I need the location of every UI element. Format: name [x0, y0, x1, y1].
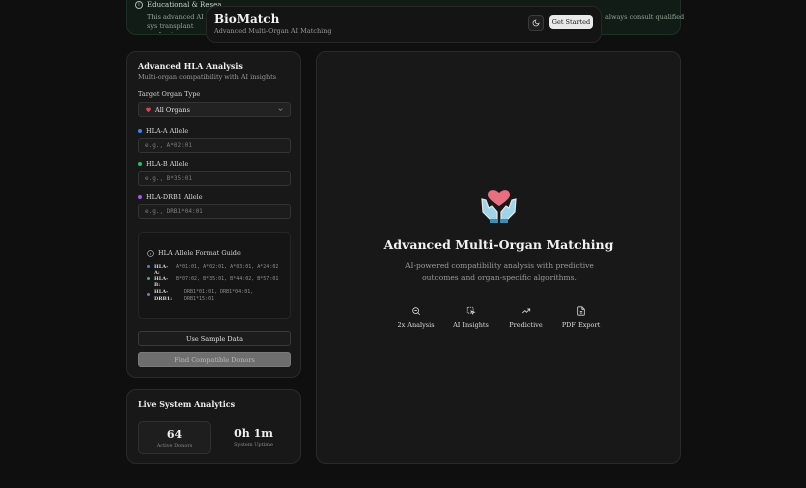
- find-donors-button[interactable]: Find Compatible Donors: [138, 352, 291, 367]
- guide-dot: [147, 265, 150, 268]
- brand-tagline: Advanced Multi-Organ AI Matching: [214, 27, 332, 35]
- app-header: BioMatch Advanced Multi-Organ AI Matchin…: [206, 6, 602, 43]
- search-icon: [412, 307, 421, 316]
- feature-2x-analysis: 2x Analysis: [391, 306, 441, 329]
- hla-b-input[interactable]: [138, 171, 291, 186]
- chevron-down-icon: [278, 108, 283, 111]
- guide-dot: [147, 277, 150, 280]
- hla-drb1-label: HLA-DRB1 Allele: [138, 193, 203, 201]
- feature-predictive: Predictive: [501, 306, 551, 329]
- hero-title: Advanced Multi-Organ Matching: [383, 237, 614, 252]
- stat-value: 0h 1m: [234, 427, 273, 440]
- info-circle-icon: [147, 249, 154, 257]
- theme-toggle-button[interactable]: [528, 15, 544, 31]
- disclaimer-text-tail: always consult qualified: [605, 13, 685, 21]
- brand-name: BioMatch: [214, 12, 280, 26]
- hla-drb1-dot: [138, 195, 142, 199]
- analytics-panel: Live System Analytics 64 Active Donors 0…: [126, 389, 301, 464]
- hands-heart-icon: [481, 190, 517, 223]
- hla-drb1-input[interactable]: [138, 204, 291, 219]
- organ-type-value: All Organs: [155, 105, 190, 114]
- pointer-icon: [466, 306, 476, 315]
- stat-label: System Uptime: [234, 442, 273, 448]
- guide-row: HLA-B: B*07:02, B*35:01, B*44:02, B*57:0…: [147, 276, 278, 288]
- guide-dot: [147, 293, 150, 296]
- info-icon: i: [135, 1, 143, 9]
- heart-icon: [146, 107, 151, 113]
- format-guide: HLA Allele Format Guide HLA-A: A*01:01, …: [138, 232, 291, 319]
- organ-type-select[interactable]: All Organs: [138, 102, 291, 117]
- panel-subtitle: Multi-organ compatibility with AI insigh…: [138, 73, 277, 81]
- stat-active-donors: 64 Active Donors: [138, 421, 211, 454]
- guide-row: HLA-DRB1: DRB1*01:01, DRB1*04:01, DRB1*1…: [147, 289, 264, 303]
- hla-a-input[interactable]: [138, 138, 291, 153]
- disclaimer-text: This advanced AI sys transplant professi…: [147, 13, 204, 33]
- stat-value: 64: [166, 428, 183, 441]
- moon-icon: [532, 19, 540, 27]
- results-panel: Advanced Multi-Organ Matching AI-powered…: [316, 51, 681, 464]
- hla-a-dot: [138, 129, 142, 133]
- use-sample-data-button[interactable]: Use Sample Data: [138, 331, 291, 346]
- hla-a-label: HLA-A Allele: [138, 127, 188, 135]
- feature-ai-insights: AI Insights: [446, 306, 496, 329]
- get-started-button[interactable]: Get Started: [549, 15, 593, 29]
- panel-title: Advanced HLA Analysis: [138, 61, 243, 71]
- guide-row: HLA-A: A*01:01, A*02:01, A*03:01, A*24:0…: [147, 264, 278, 276]
- hla-b-label: HLA-B Allele: [138, 160, 188, 168]
- hla-analysis-panel: Advanced HLA Analysis Multi-organ compat…: [126, 51, 301, 378]
- stat-system-uptime: 0h 1m System Uptime: [217, 421, 290, 454]
- analytics-title: Live System Analytics: [138, 399, 236, 409]
- hla-b-dot: [138, 162, 142, 166]
- stat-label: Active Donors: [156, 443, 193, 449]
- organ-type-label: Target Organ Type: [138, 90, 201, 98]
- hero-description: AI-powered compatibility analysis with p…: [405, 261, 594, 282]
- feature-pdf-export: PDF Export: [556, 306, 606, 329]
- trend-icon: [521, 308, 531, 314]
- format-guide-title: HLA Allele Format Guide: [147, 249, 241, 257]
- file-icon: [577, 306, 585, 316]
